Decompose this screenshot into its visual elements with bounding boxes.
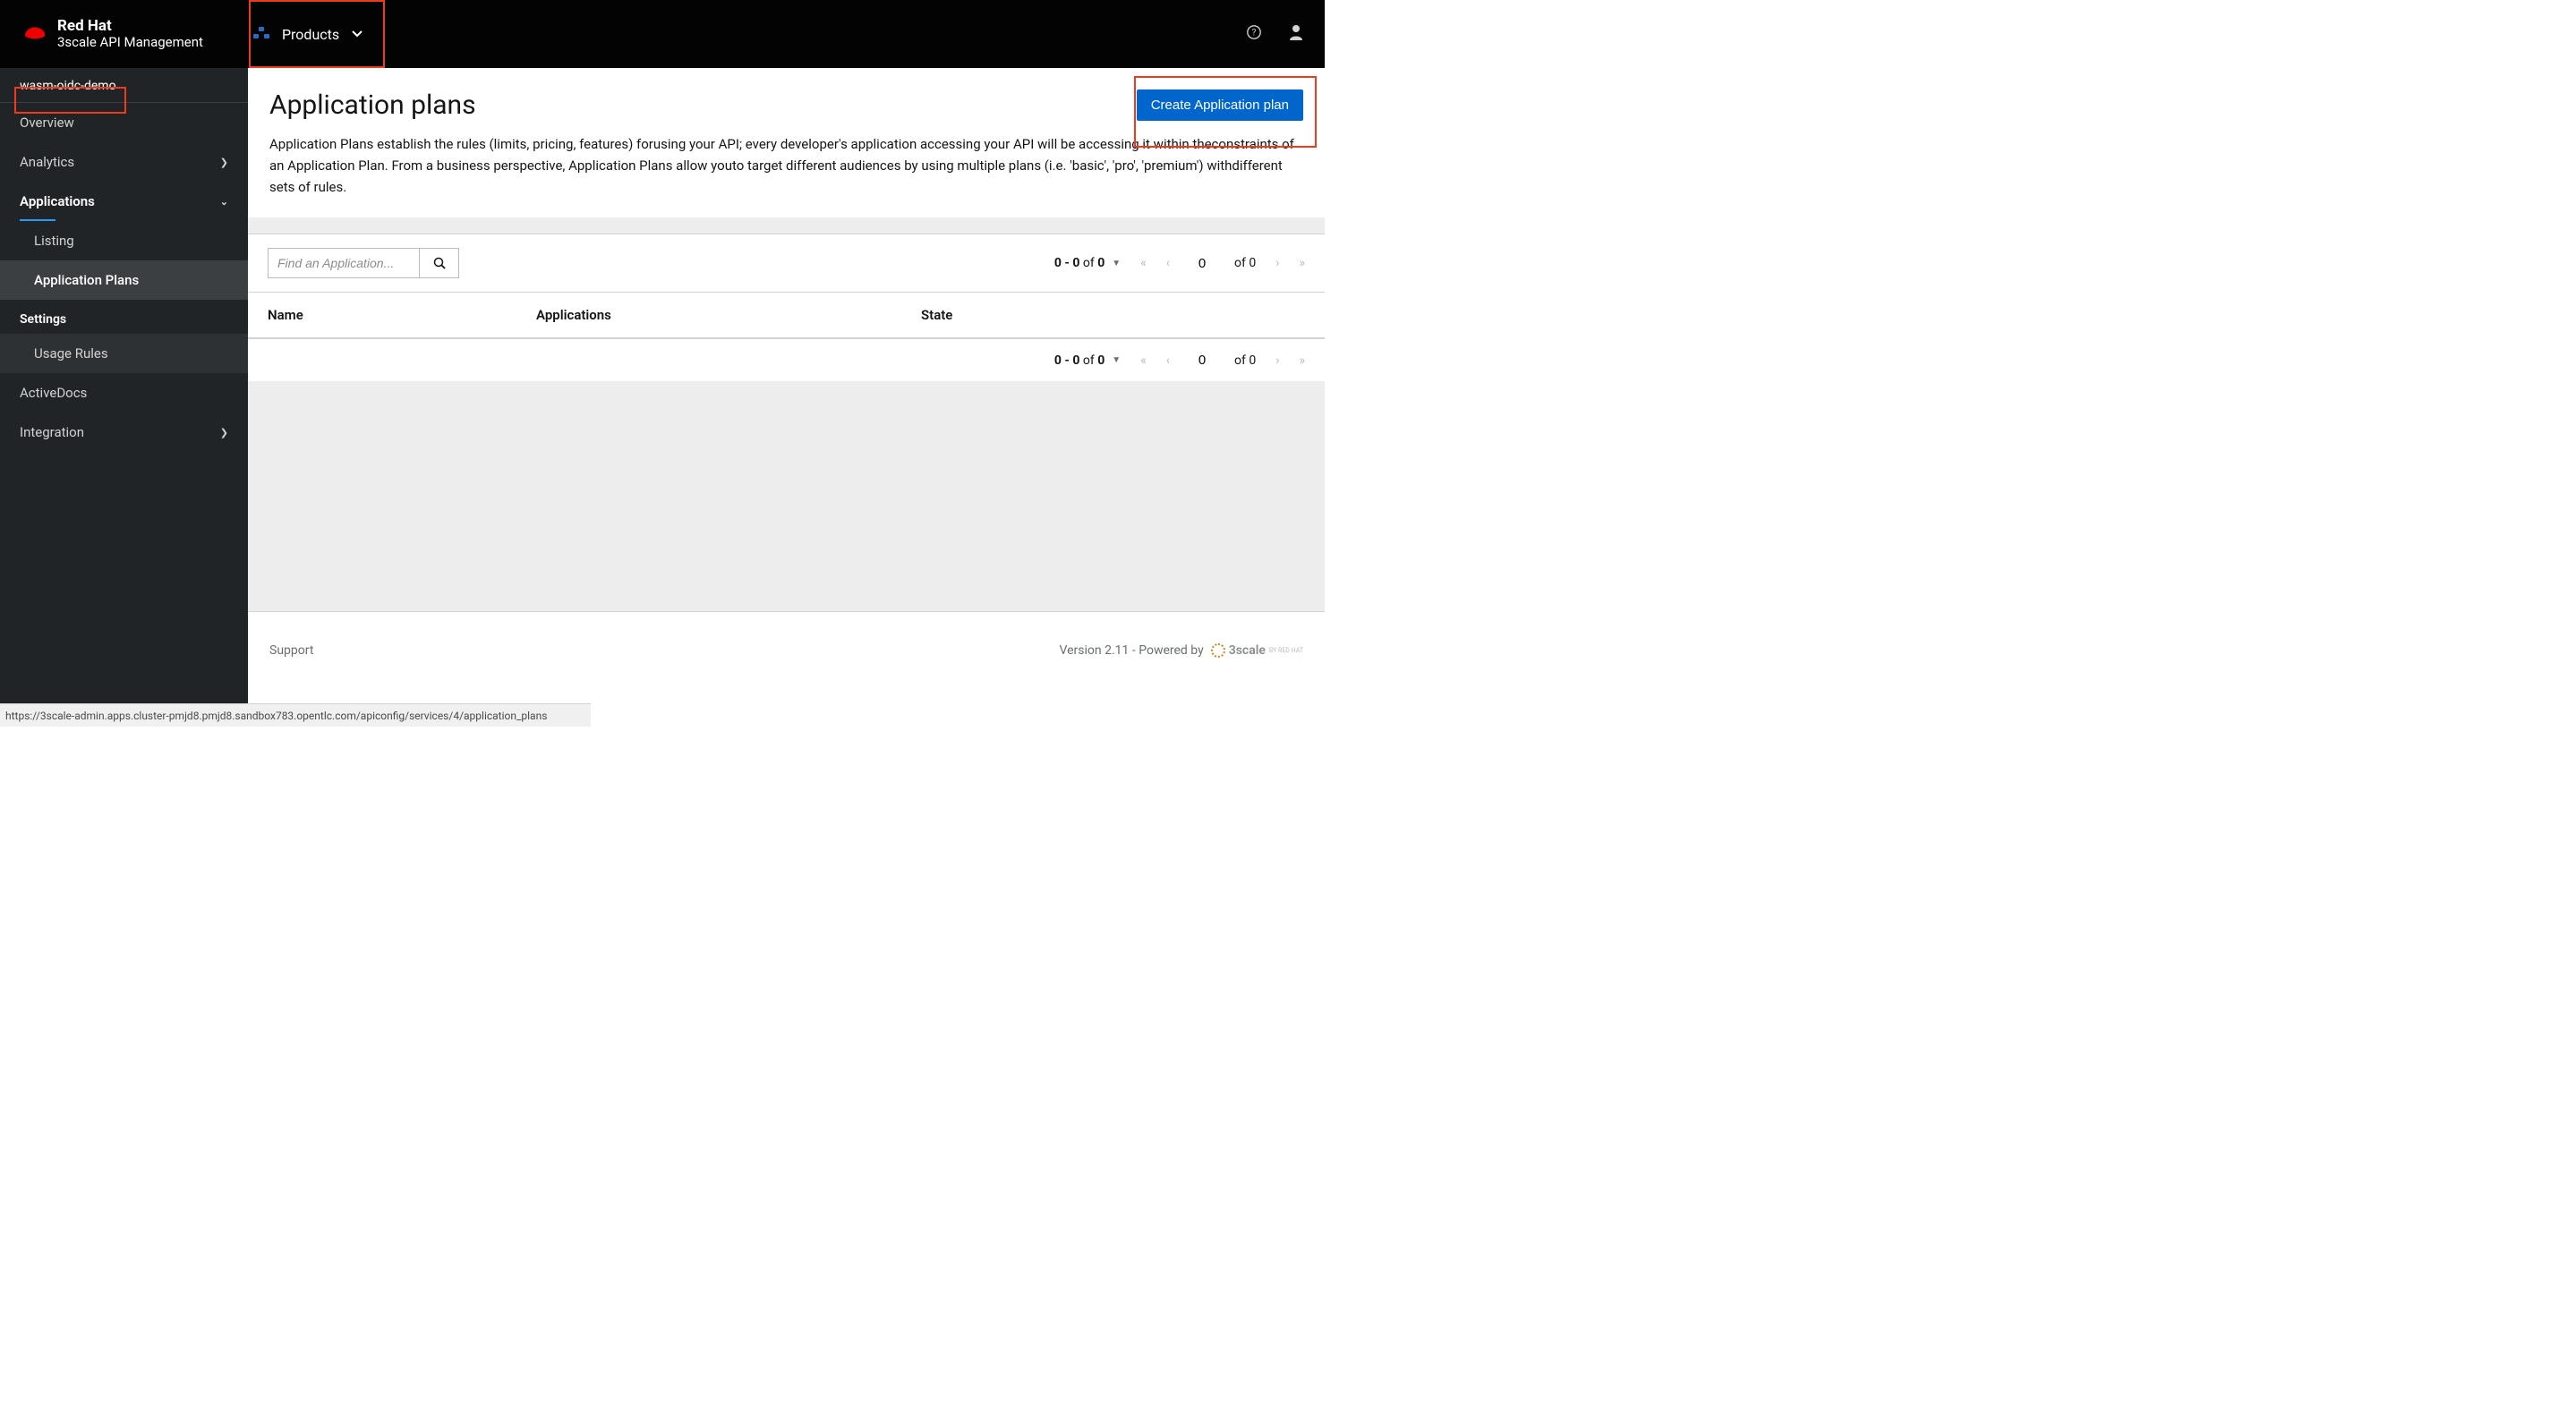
help-icon[interactable]: ?	[1246, 24, 1262, 45]
pagination-range[interactable]: 0 - 0 of 0 ▼	[1054, 256, 1121, 270]
column-header-state[interactable]: State	[921, 307, 1305, 323]
powered-by: Version 2.11 - Powered by 3scale BY RED …	[1060, 643, 1303, 658]
status-url: https://3scale-admin.apps.cluster-pmjd8.…	[5, 710, 547, 722]
first-page-button[interactable]: «	[1140, 353, 1147, 368]
chevron-right-icon: ❯	[220, 157, 228, 168]
sidebar-product-name: wasm-oidc-demo	[0, 68, 248, 103]
pagination-range[interactable]: 0 - 0 of 0 ▼	[1054, 353, 1121, 368]
range-total: 0	[1097, 353, 1105, 368]
sidebar-item-usage-rules[interactable]: Usage Rules	[0, 334, 248, 373]
of-label: of	[1083, 353, 1095, 368]
search-icon	[433, 257, 446, 269]
nav-products-label: Products	[282, 26, 339, 43]
sidebar-group-settings: Settings	[0, 300, 248, 334]
range-total: 0	[1097, 256, 1105, 270]
sidebar-label: Usage Rules	[34, 345, 108, 362]
sidebar-label: Overview	[20, 115, 74, 131]
sidebar-item-listing[interactable]: Listing	[0, 221, 248, 260]
of-label: of	[1234, 256, 1246, 270]
sidebar-item-integration[interactable]: Integration ❯	[0, 413, 248, 452]
column-header-applications[interactable]: Applications	[536, 307, 921, 323]
search-box	[268, 248, 459, 278]
create-application-plan-button[interactable]: Create Application plan	[1137, 89, 1303, 121]
sidebar-item-analytics[interactable]: Analytics ❯	[0, 142, 248, 182]
prev-page-button[interactable]: ‹	[1166, 353, 1170, 368]
range-text: 0 - 0	[1054, 256, 1080, 270]
chevron-right-icon: ❯	[220, 427, 228, 438]
redhat-hat-icon	[21, 22, 48, 46]
brand-line1: Red Hat	[57, 18, 203, 35]
caret-down-icon: ▼	[1112, 259, 1121, 268]
column-header-name[interactable]: Name	[268, 307, 536, 323]
browser-status-bar: https://3scale-admin.apps.cluster-pmjd8.…	[0, 703, 591, 727]
threescale-ring-icon	[1211, 643, 1225, 658]
pagination-bottom: 0 - 0 of 0 ▼ « ‹ of 0 › »	[1054, 353, 1305, 368]
sidebar-label: Application Plans	[34, 272, 139, 288]
caret-down-icon: ▼	[1112, 355, 1121, 365]
sidebar-item-application-plans[interactable]: Application Plans	[0, 260, 248, 300]
search-input[interactable]	[268, 248, 420, 278]
table-toolbar-bottom: 0 - 0 of 0 ▼ « ‹ of 0 › »	[248, 338, 1325, 381]
chevron-down-icon	[352, 28, 363, 40]
sidebar-item-applications[interactable]: Applications ⌄	[0, 182, 248, 221]
by-redhat-text: BY RED HAT	[1269, 648, 1303, 654]
next-page-button[interactable]: ›	[1275, 353, 1279, 368]
svg-text:?: ?	[1252, 28, 1257, 38]
page-total: 0	[1249, 256, 1256, 270]
user-icon[interactable]	[1289, 24, 1303, 45]
brand-line2: 3scale API Management	[57, 35, 203, 50]
sidebar-label: ActiveDocs	[20, 385, 87, 401]
version-text: Version 2.11 - Powered by	[1060, 643, 1204, 658]
sidebar: wasm-oidc-demo Overview Analytics ❯ Appli…	[0, 68, 248, 703]
header-right: ?	[1246, 24, 1303, 45]
next-page-button[interactable]: ›	[1275, 256, 1279, 270]
sidebar-label: Applications	[20, 193, 95, 209]
page-description: Application Plans establish the rules (l…	[269, 133, 1303, 198]
main-content: Application plans Create Application pla…	[248, 68, 1325, 703]
last-page-button[interactable]: »	[1299, 353, 1305, 368]
chevron-down-icon: ⌄	[220, 196, 228, 208]
sidebar-item-activedocs[interactable]: ActiveDocs	[0, 373, 248, 413]
prev-page-button[interactable]: ‹	[1166, 256, 1170, 270]
pagination-top: 0 - 0 of 0 ▼ « ‹ of 0 › »	[1054, 256, 1305, 271]
brand-logo[interactable]: Red Hat 3scale API Management	[21, 18, 203, 49]
threescale-text: 3scale	[1229, 643, 1266, 658]
sidebar-label: Analytics	[20, 154, 74, 170]
sidebar-item-overview[interactable]: Overview	[0, 103, 248, 142]
nav-products-dropdown[interactable]: Products	[235, 0, 380, 68]
range-text: 0 - 0	[1054, 353, 1080, 368]
search-button[interactable]	[420, 248, 459, 278]
page-title: Application plans	[269, 89, 476, 121]
page-current-input[interactable]	[1190, 256, 1215, 271]
of-label: of	[1234, 353, 1246, 368]
support-link[interactable]: Support	[269, 643, 313, 658]
sidebar-label: Integration	[20, 424, 84, 440]
table-header-row: Name Applications State	[248, 292, 1325, 338]
of-label: of	[1083, 256, 1095, 270]
table-toolbar-top: 0 - 0 of 0 ▼ « ‹ of 0 › »	[248, 234, 1325, 292]
threescale-logo: 3scale BY RED HAT	[1211, 643, 1303, 658]
sidebar-label: Listing	[34, 233, 74, 249]
brand-text: Red Hat 3scale API Management	[57, 18, 203, 49]
page-current-input[interactable]	[1190, 353, 1215, 368]
top-header: Red Hat 3scale API Management Products ?	[0, 0, 1325, 68]
main-footer: Support Version 2.11 - Powered by 3scale…	[248, 611, 1325, 658]
page-total: 0	[1249, 353, 1256, 368]
last-page-button[interactable]: »	[1299, 256, 1305, 270]
cubes-icon	[253, 26, 269, 43]
first-page-button[interactable]: «	[1140, 256, 1147, 270]
